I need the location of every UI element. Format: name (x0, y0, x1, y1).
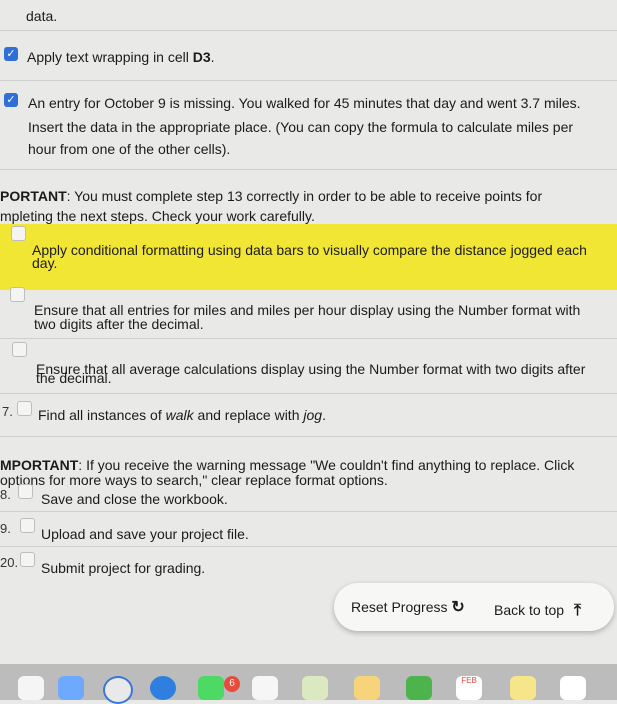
step-15-line1: Ensure that all average calculations dis… (36, 361, 586, 377)
photos-icon[interactable] (354, 676, 380, 700)
step-number-18: 8. (0, 487, 11, 502)
reset-progress-button[interactable]: Reset Progress ↻ (351, 597, 465, 617)
important-1-text: : You must complete step 13 correctly in… (66, 188, 543, 204)
step-16-walk: walk (165, 407, 194, 423)
notes-icon[interactable] (510, 676, 536, 700)
checkbox-13[interactable] (11, 226, 26, 241)
back-to-top-button[interactable]: Back to top ⤒ (494, 602, 581, 620)
step-16-end: . (322, 407, 326, 423)
step-14-line2: two digits after the decimal. (34, 316, 204, 332)
step-13-line1: Apply conditional formatting using data … (32, 242, 587, 258)
divider (0, 80, 617, 81)
arrow-up-to-top-icon: ⤒ (573, 602, 582, 619)
step-15-line2: the decimal. (36, 370, 112, 386)
maps-icon[interactable] (302, 676, 328, 700)
step-number-19: 9. (0, 521, 11, 536)
divider (0, 169, 617, 170)
checkbox-14[interactable] (10, 287, 25, 302)
checkbox-checked-11[interactable]: ✓ (4, 47, 18, 61)
checkbox-16[interactable] (17, 401, 32, 416)
important-2-prefix-glyph: o (0, 472, 8, 488)
step-13-line2: day. (32, 255, 58, 271)
important-2-line2: ptions for more ways to search," clear r… (7, 472, 388, 488)
checkbox-15[interactable] (12, 342, 27, 357)
reminders-icon[interactable] (560, 676, 586, 700)
step-19-label: Upload and save your project file. (41, 526, 249, 542)
top-text: data. (26, 8, 58, 24)
divider (0, 546, 617, 547)
step-16-jog: jog (303, 407, 323, 423)
step-11-end: . (210, 49, 215, 65)
step-16-text-b: and replace with (193, 407, 304, 423)
finder-icon[interactable] (18, 676, 44, 700)
step-12-line2: Insert the data in the appropriate place… (28, 119, 574, 135)
step-18-label: Save and close the workbook. (41, 491, 228, 507)
reset-progress-label: Reset Progress (351, 599, 448, 615)
back-to-top-label: Back to top (494, 602, 565, 618)
step-12-line3: hour from one of the other cells). (28, 141, 231, 157)
important-note-1-line1: PORTANT: You must complete step 13 corre… (0, 186, 542, 206)
checkbox-20[interactable] (20, 552, 35, 567)
calendar-month: FEB (461, 676, 477, 685)
checkbox-18[interactable] (18, 484, 33, 499)
divider (0, 436, 617, 437)
messages-icon[interactable] (198, 676, 224, 700)
reset-icon: ↻ (451, 599, 465, 616)
important-note-2-line2: options for more ways to search," clear … (0, 470, 388, 490)
step-11-cell: D3 (192, 49, 211, 65)
notification-badge: 6 (224, 676, 240, 692)
step-20-label: Submit project for grading. (41, 560, 206, 576)
checkbox-checked-12[interactable]: ✓ (4, 93, 18, 107)
step-11-label: Apply text wrapping in cell (27, 49, 193, 65)
important-note-1-line2: mpleting the next steps. Check your work… (0, 208, 315, 224)
step-16-text-a: Find all instances of (38, 407, 166, 423)
step-number-16: 7. (2, 404, 13, 419)
safari-icon[interactable] (150, 676, 176, 700)
divider (0, 511, 617, 512)
divider (0, 338, 617, 339)
launchpad-icon[interactable] (58, 676, 84, 700)
step-number-20: 20. (0, 555, 19, 570)
checkbox-19[interactable] (20, 518, 35, 533)
step-12-line1: An entry for October 9 is missing. You w… (28, 95, 581, 111)
calendar-icon[interactable]: FEB (456, 676, 482, 700)
divider (0, 393, 617, 394)
step-11-text: Apply text wrapping in cell D3. (27, 47, 215, 67)
mail-icon[interactable] (252, 676, 278, 700)
divider (0, 30, 617, 31)
facetime-icon[interactable] (406, 676, 432, 700)
step-16-text: Find all instances of walk and replace w… (38, 405, 326, 425)
important-label: PORTANT (0, 188, 67, 204)
